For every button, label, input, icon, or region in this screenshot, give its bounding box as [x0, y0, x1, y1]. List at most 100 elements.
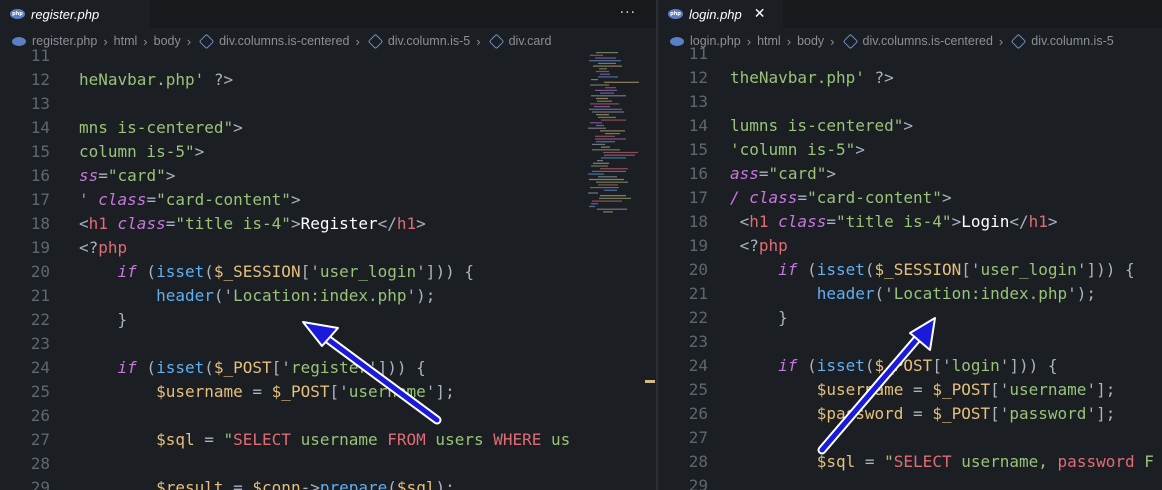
code-line[interactable]: 18 <h1 class="title is-4">Login</h1> — [658, 210, 1162, 234]
code-token: '])) { — [1076, 260, 1135, 279]
code-token: ']; — [1086, 380, 1116, 399]
tab-register-php[interactable]: php register.php — [0, 0, 150, 28]
code-text: $sql = "SELECT username FROM users WHERE… — [79, 428, 570, 452]
line-number: 11 — [30, 46, 50, 65]
code-token: php — [98, 238, 128, 257]
tab-login-php[interactable]: php login.php ✕ — [658, 0, 783, 28]
line-number: 13 — [30, 94, 50, 113]
code-token: ss — [79, 166, 99, 185]
code-token: isset — [816, 260, 865, 279]
code-line[interactable]: 19 <?php — [658, 234, 1162, 258]
code-token: > — [165, 166, 176, 185]
code-token: (' — [874, 284, 894, 303]
minimap-line — [595, 89, 617, 91]
code-text: header('Location:index.php'); — [730, 282, 1096, 306]
code-token: SELECT — [893, 452, 952, 471]
code-line[interactable]: 16 ss="card"> — [0, 164, 656, 188]
code-editor[interactable]: 11 12 theNavbar.php' ?> 13 14 lumns is-center… — [658, 44, 1162, 490]
code-token: "card-content" — [807, 188, 942, 207]
code-token: isset — [156, 262, 205, 281]
code-editor[interactable]: 11 12 heNavbar.php' ?> 13 14 mns is-centered"… — [0, 44, 656, 490]
code-token: isset — [156, 358, 205, 377]
code-line[interactable]: 15 column is-5"> — [0, 140, 656, 164]
code-line[interactable]: 18 <h1 class="title is-4">Register</h1> — [0, 212, 656, 236]
code-line[interactable]: 19 <?php — [0, 236, 656, 260]
code-line[interactable]: 15 'column is-5"> — [658, 138, 1162, 162]
code-token: <? — [730, 236, 759, 255]
code-token: isset — [816, 356, 865, 375]
minimap-line — [600, 130, 625, 132]
code-line[interactable]: 22 } — [658, 306, 1162, 330]
line-number: 26 — [30, 406, 50, 425]
code-token: = — [797, 188, 808, 207]
code-line[interactable]: 21 header('Location:index.php'); — [0, 284, 656, 308]
code-token: = — [165, 214, 176, 233]
code-line[interactable]: 13 — [658, 90, 1162, 114]
line-number: 28 — [688, 452, 708, 471]
code-token: ']; — [425, 382, 455, 401]
code-token: > — [826, 164, 836, 183]
code-line[interactable]: 25 $username = $_POST['username']; — [0, 380, 656, 404]
code-line[interactable]: 20 if (isset($_SESSION['user_login'])) { — [0, 260, 656, 284]
code-token: > — [951, 212, 962, 231]
code-line[interactable]: 28 — [0, 452, 656, 476]
code-line[interactable]: 11 — [658, 42, 1162, 66]
code-line[interactable]: 16 ass="card"> — [658, 162, 1162, 186]
code-line[interactable]: 17 / class="card-content"> — [658, 186, 1162, 210]
code-line[interactable]: 29 — [658, 474, 1162, 490]
minimap-line — [593, 65, 622, 67]
code-token: if — [778, 356, 798, 375]
code-line[interactable]: 27 $sql = "SELECT username FROM users WH… — [0, 428, 656, 452]
code-text: column is-5"> — [79, 140, 204, 164]
more-actions-icon[interactable]: ··· — [620, 5, 636, 21]
code-line[interactable]: 29 $result = $conn->prepare($sql); — [0, 476, 656, 490]
code-line[interactable]: 24 if (isset($_POST['register'])) { — [0, 356, 656, 380]
code-line[interactable]: 20 if (isset($_SESSION['user_login'])) { — [658, 258, 1162, 282]
line-number: 27 — [688, 428, 708, 447]
code-line[interactable]: 26 — [0, 404, 656, 428]
code-token: > — [290, 214, 301, 233]
code-line[interactable]: 13 — [0, 92, 656, 116]
code-text: heNavbar.php' ?> — [79, 68, 233, 92]
close-icon[interactable]: ✕ — [754, 6, 766, 22]
code-line[interactable]: 22 } — [0, 308, 656, 332]
code-line[interactable]: 14 mns is-centered"> — [0, 116, 656, 140]
code-line[interactable]: 23 — [0, 332, 656, 356]
code-line[interactable]: 17 ' class="card-content"> — [0, 188, 656, 212]
code-token: if — [117, 262, 137, 281]
minimap-line — [604, 154, 635, 156]
code-text: <?php — [730, 234, 788, 258]
code-line[interactable]: 24 if (isset($_POST['login'])) { — [658, 354, 1162, 378]
code-line[interactable]: 14 lumns is-centered"> — [658, 114, 1162, 138]
code-text: ss="card"> — [79, 164, 175, 188]
code-token: ( — [797, 260, 817, 279]
code-token: </ — [377, 214, 397, 233]
minimap[interactable] — [584, 50, 642, 220]
line-number: 21 — [688, 284, 708, 303]
minimap-line — [594, 106, 610, 108]
code-line[interactable]: 28 $sql = "SELECT username, password F — [658, 450, 1162, 474]
line-number: 19 — [30, 238, 50, 257]
code-token: column is-5" — [79, 142, 195, 161]
code-line[interactable]: 11 — [0, 44, 656, 68]
code-token: prepare — [319, 478, 388, 490]
code-line[interactable]: 21 header('Location:index.php'); — [658, 282, 1162, 306]
code-line[interactable]: 27 — [658, 426, 1162, 450]
code-token: "title is-4" — [835, 212, 952, 231]
code-token: > — [233, 118, 243, 137]
code-line[interactable]: 12 theNavbar.php' ?> — [658, 66, 1162, 90]
minimap-line — [597, 100, 612, 102]
code-line[interactable]: 25 $username = $_POST['username']; — [658, 378, 1162, 402]
code-token: } — [117, 310, 128, 329]
minimap-line — [596, 97, 608, 100]
code-token: ( — [864, 356, 875, 375]
code-token: heNavbar.php' — [79, 70, 205, 89]
code-token: = — [146, 190, 157, 209]
code-line[interactable]: 26 $password = $_POST['password']; — [658, 402, 1162, 426]
code-token: $result — [156, 478, 224, 490]
code-token: [' — [961, 260, 981, 279]
code-line[interactable]: 23 — [658, 330, 1162, 354]
code-line[interactable]: 12 heNavbar.php' ?> — [0, 68, 656, 92]
code-text: } — [730, 306, 788, 330]
